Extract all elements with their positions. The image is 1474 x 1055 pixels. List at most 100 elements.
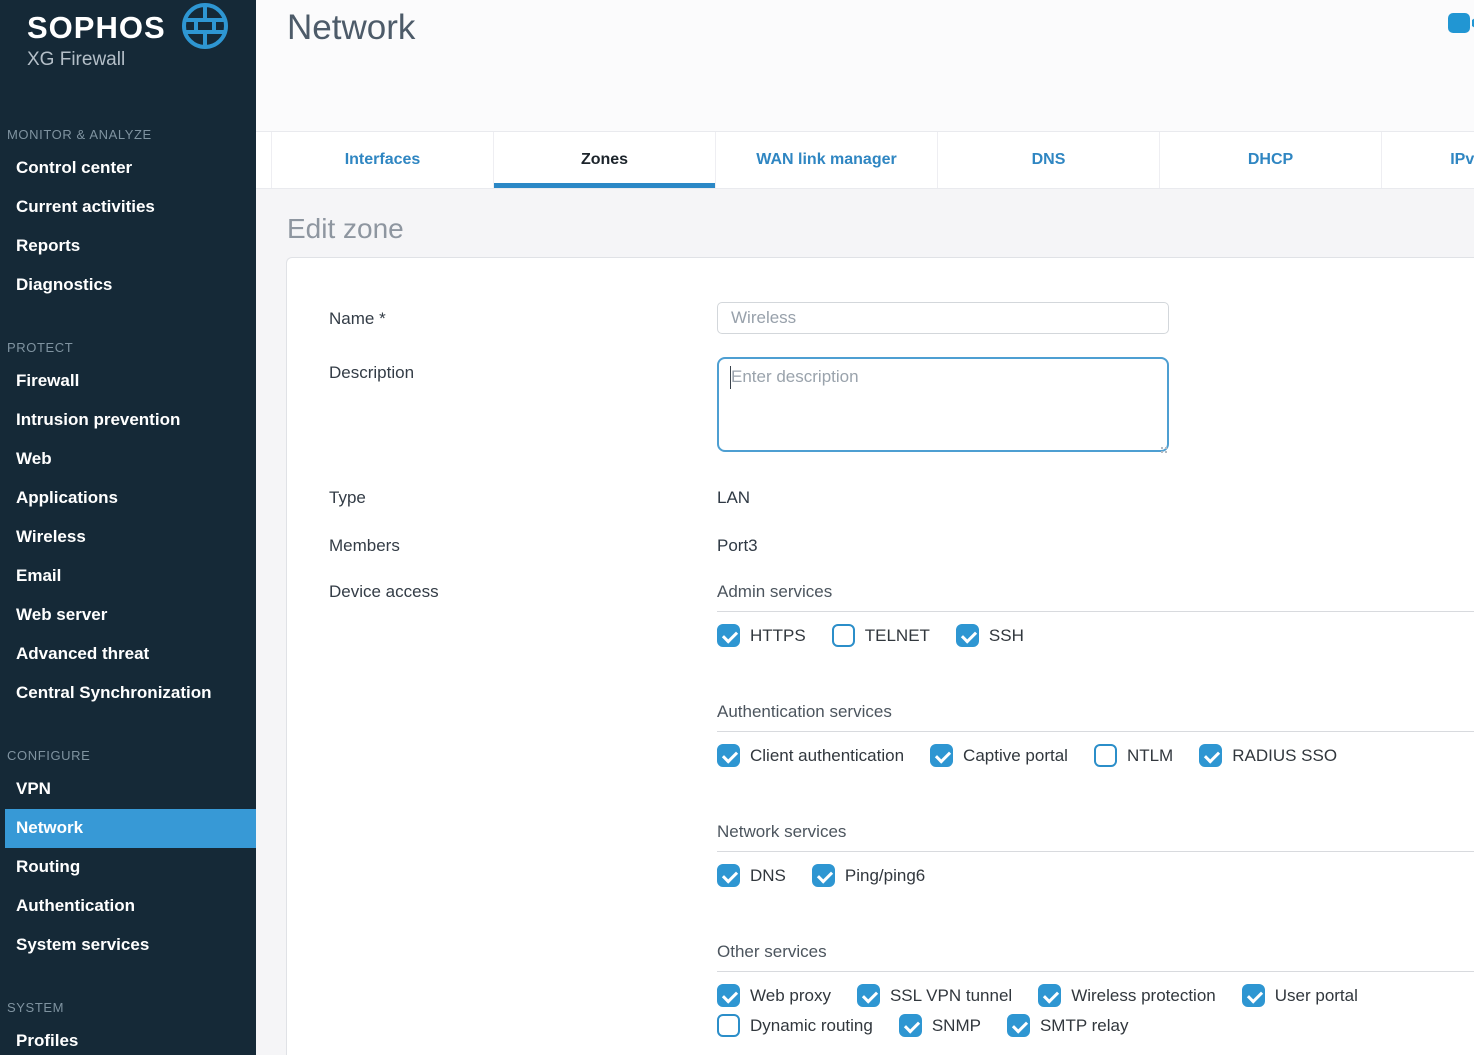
tab[interactable]: Zones: [493, 132, 715, 188]
name-label: Name *: [329, 302, 717, 329]
service-group-divider: [717, 851, 1474, 852]
sidebar-section-header: CONFIGURE: [7, 748, 256, 763]
sidebar-item[interactable]: Applications: [0, 479, 256, 518]
checkbox[interactable]: [899, 1014, 922, 1037]
sidebar-item[interactable]: Intrusion prevention: [0, 401, 256, 440]
device-access-row: Device access Admin services: [329, 576, 1474, 1037]
description-row: Description: [329, 357, 1474, 457]
edit-zone-heading: Edit zone: [287, 213, 1474, 245]
sidebar-item[interactable]: Authentication: [0, 887, 256, 926]
sidebar-item[interactable]: Routing: [0, 848, 256, 887]
checkbox[interactable]: [956, 624, 979, 647]
tab[interactable]: Interfaces: [271, 132, 493, 188]
edit-zone-form-card: Name * Description Type LAN Members: [286, 257, 1474, 1055]
checkbox[interactable]: [1007, 1014, 1030, 1037]
service-option[interactable]: Captive portal: [930, 744, 1068, 767]
service-option[interactable]: Client authentication: [717, 744, 904, 767]
tab-label: DHCP: [1248, 151, 1293, 169]
checkbox-label: Captive portal: [963, 746, 1068, 766]
sidebar-section: PROTECT Firewall Intrusion prevention We…: [0, 340, 256, 713]
zone-name-input[interactable]: [717, 302, 1169, 334]
service-option[interactable]: SNMP: [899, 1014, 981, 1037]
service-option[interactable]: SSL VPN tunnel: [857, 984, 1012, 1007]
checkbox[interactable]: [717, 1014, 740, 1037]
checkbox-label: SMTP relay: [1040, 1016, 1129, 1036]
checkbox[interactable]: [930, 744, 953, 767]
checkbox[interactable]: [717, 984, 740, 1007]
service-group-divider: [717, 971, 1474, 972]
checkbox-label: Ping/ping6: [845, 866, 925, 886]
sidebar-item[interactable]: Reports: [0, 227, 256, 266]
service-option[interactable]: Dynamic routing: [717, 1014, 873, 1037]
checkbox[interactable]: [812, 864, 835, 887]
checkbox[interactable]: [717, 864, 740, 887]
service-group: Network services DNS: [717, 816, 1474, 887]
sidebar-item[interactable]: Advanced threat: [0, 635, 256, 674]
name-row: Name *: [329, 302, 1474, 334]
service-option[interactable]: NTLM: [1094, 744, 1173, 767]
checkbox-label: SSL VPN tunnel: [890, 986, 1012, 1006]
page-header: Network: [256, 0, 1474, 131]
sidebar-item[interactable]: Web server: [0, 596, 256, 635]
service-group: Admin services HTTPS: [717, 576, 1474, 647]
type-value: LAN: [717, 482, 1474, 508]
service-option[interactable]: Web proxy: [717, 984, 831, 1007]
tab[interactable]: DHCP: [1159, 132, 1381, 188]
checkbox-label: SSH: [989, 626, 1024, 646]
checkbox-label: Dynamic routing: [750, 1016, 873, 1036]
device-access-label: Device access: [329, 576, 717, 602]
type-row: Type LAN: [329, 482, 1474, 508]
service-option[interactable]: DNS: [717, 864, 786, 887]
checkbox-label: Wireless protection: [1071, 986, 1216, 1006]
sidebar-item[interactable]: VPN: [0, 770, 256, 809]
sidebar-item[interactable]: Network: [5, 809, 256, 848]
service-option[interactable]: SSH: [956, 624, 1024, 647]
service-option[interactable]: HTTPS: [717, 624, 806, 647]
service-option[interactable]: SMTP relay: [1007, 1014, 1129, 1037]
main-area: Network Interfaces Zones WAN link manage…: [256, 0, 1474, 1055]
checkbox[interactable]: [1094, 744, 1117, 767]
service-group-title: Other services: [717, 936, 1474, 962]
tab-label: IPv6 router: [1450, 151, 1474, 169]
checkbox[interactable]: [832, 624, 855, 647]
checkbox[interactable]: [1242, 984, 1265, 1007]
sidebar-nav: MONITOR & ANALYZE Control center Current…: [0, 127, 256, 1055]
checkbox[interactable]: [1038, 984, 1061, 1007]
service-group-divider: [717, 731, 1474, 732]
tab[interactable]: WAN link manager: [715, 132, 937, 188]
textarea-resize-grip[interactable]: [1161, 447, 1163, 449]
service-option[interactable]: User portal: [1242, 984, 1358, 1007]
sidebar-item[interactable]: Web: [0, 440, 256, 479]
text-caret: [730, 366, 731, 389]
service-group-title: Admin services: [717, 576, 1474, 602]
sidebar-item[interactable]: Current activities: [0, 188, 256, 227]
tab[interactable]: IPv6 router: [1381, 132, 1474, 188]
service-option[interactable]: RADIUS SSO: [1199, 744, 1337, 767]
sidebar-section-header: SYSTEM: [7, 1000, 256, 1015]
sidebar-item[interactable]: System services: [0, 926, 256, 965]
checkbox[interactable]: [717, 624, 740, 647]
sidebar-item[interactable]: Control center: [0, 149, 256, 188]
sidebar-item[interactable]: Firewall: [0, 362, 256, 401]
sidebar-item[interactable]: Wireless: [0, 518, 256, 557]
sidebar-section: SYSTEM Profiles: [0, 1000, 256, 1055]
tab[interactable]: DNS: [937, 132, 1159, 188]
sidebar-section: CONFIGURE VPN Network Routing Authentica…: [0, 748, 256, 965]
sidebar-item[interactable]: Email: [0, 557, 256, 596]
checkbox[interactable]: [857, 984, 880, 1007]
checkbox-label: SNMP: [932, 1016, 981, 1036]
service-option[interactable]: TELNET: [832, 624, 930, 647]
checkbox[interactable]: [717, 744, 740, 767]
sidebar-item[interactable]: Central Synchronization: [0, 674, 256, 713]
tab-label: Interfaces: [345, 151, 421, 169]
checkbox-label: Web proxy: [750, 986, 831, 1006]
tab-label: DNS: [1032, 151, 1066, 169]
sidebar-item[interactable]: Diagnostics: [0, 266, 256, 305]
zone-description-textarea[interactable]: [717, 357, 1169, 452]
video-camera-icon[interactable]: [1448, 11, 1474, 35]
sidebar-item[interactable]: Profiles: [0, 1022, 256, 1055]
members-value: Port3: [717, 530, 1474, 556]
service-option[interactable]: Wireless protection: [1038, 984, 1216, 1007]
checkbox[interactable]: [1199, 744, 1222, 767]
service-option[interactable]: Ping/ping6: [812, 864, 925, 887]
